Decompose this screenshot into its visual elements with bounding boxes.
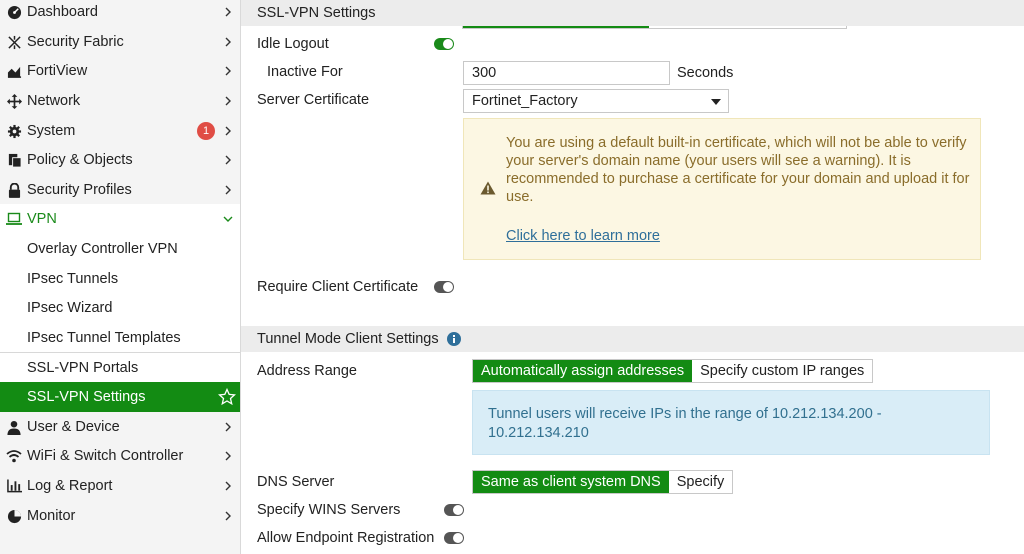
dns-server-segmented-control[interactable]: Same as client system DNS Specify [472, 470, 734, 494]
chevron-right-icon [222, 450, 234, 462]
warning-icon [480, 181, 496, 195]
specify-dns-option[interactable]: Specify [669, 471, 733, 493]
sidebar: Dashboard Security Fabric FortiView Netw… [0, 0, 241, 554]
server-certificate-select[interactable]: Fortinet_Factory [463, 89, 729, 113]
server-certificate-value: Fortinet_Factory [472, 93, 578, 109]
address-range-label: Address Range [257, 363, 357, 379]
idle-logout-toggle[interactable] [434, 38, 454, 50]
sidebar-item-security-fabric[interactable]: Security Fabric [0, 27, 240, 57]
inactive-for-label: Inactive For [267, 64, 343, 80]
sidebar-item-label: WiFi & Switch Controller [27, 448, 184, 464]
seconds-unit-label: Seconds [677, 65, 734, 81]
laptop-icon [6, 211, 22, 227]
chevron-down-icon [222, 213, 234, 225]
idle-logout-label: Idle Logout [257, 36, 329, 52]
chevron-right-icon [222, 184, 234, 196]
chevron-right-icon [222, 510, 234, 522]
bar-chart-icon [6, 478, 22, 494]
learn-more-link[interactable]: Click here to learn more [506, 228, 660, 244]
dropdown-caret-icon [711, 99, 721, 105]
chevron-right-icon [222, 36, 234, 48]
partially-visible-segmented-control[interactable] [462, 26, 847, 29]
security-fabric-icon [6, 34, 22, 50]
sidebar-item-security-profiles[interactable]: Security Profiles [0, 175, 240, 205]
sidebar-subitem-label: IPsec Wizard [27, 300, 113, 316]
chevron-right-icon [222, 125, 234, 137]
sidebar-item-label: Policy & Objects [27, 152, 133, 168]
info-icon[interactable] [446, 332, 461, 346]
user-icon [6, 419, 22, 435]
address-range-info-box: Tunnel users will receive IPs in the ran… [472, 390, 990, 455]
specify-wins-servers-label: Specify WINS Servers [257, 502, 401, 518]
dashboard-icon [6, 4, 22, 20]
allow-endpoint-registration-toggle[interactable] [444, 532, 464, 544]
address-range-segmented-control[interactable]: Automatically assign addresses Specify c… [472, 359, 874, 383]
pie-chart-icon [6, 508, 22, 524]
sidebar-item-label: Log & Report [27, 478, 113, 494]
policy-objects-icon [6, 152, 22, 168]
notification-badge: 1 [197, 122, 215, 140]
certificate-warning-message: You are using a default built-in certifi… [506, 135, 970, 205]
sidebar-subitem-ipsec-wizard[interactable]: IPsec Wizard [0, 293, 240, 323]
specify-wins-servers-toggle[interactable] [444, 504, 464, 516]
address-range-info-message: Tunnel users will receive IPs in the ran… [488, 406, 882, 441]
sidebar-item-network[interactable]: Network [0, 86, 240, 116]
chevron-right-icon [222, 480, 234, 492]
dns-server-label: DNS Server [257, 474, 335, 490]
sidebar-item-monitor[interactable]: Monitor [0, 501, 240, 531]
allow-endpoint-registration-label: Allow Endpoint Registration [257, 530, 435, 546]
sidebar-subitem-ipsec-tunnel-templates[interactable]: IPsec Tunnel Templates [0, 323, 240, 353]
sidebar-item-label: Dashboard [27, 4, 98, 20]
ssl-vpn-settings-header: SSL-VPN Settings [241, 0, 1024, 26]
certificate-warning-box: You are using a default built-in certifi… [463, 118, 981, 260]
chevron-right-icon [222, 65, 234, 77]
sidebar-subitem-label: IPsec Tunnels [27, 271, 119, 287]
main-content: SSL-VPN Settings Idle Logout Inactive Fo… [241, 0, 1024, 554]
sidebar-item-label: FortiView [27, 63, 88, 79]
gear-icon [6, 123, 22, 139]
sidebar-subitem-ssl-vpn-settings[interactable]: SSL-VPN Settings [0, 382, 240, 412]
sidebar-item-log-report[interactable]: Log & Report [0, 471, 240, 501]
inactive-for-input[interactable] [463, 61, 670, 85]
star-favorite-icon[interactable] [217, 387, 237, 406]
sidebar-item-label: Security Profiles [27, 182, 132, 198]
sidebar-subitem-label: SSL-VPN Settings [27, 389, 146, 405]
chevron-right-icon [222, 154, 234, 166]
custom-ip-ranges-option[interactable]: Specify custom IP ranges [692, 360, 872, 382]
sidebar-item-label: Network [27, 93, 81, 109]
network-arrows-icon [6, 93, 22, 109]
require-client-certificate-toggle[interactable] [434, 281, 454, 293]
page-title: SSL-VPN Settings [257, 5, 376, 21]
sidebar-subitem-label: SSL-VPN Portals [27, 359, 139, 376]
auto-assign-addresses-option[interactable]: Automatically assign addresses [473, 360, 693, 382]
sidebar-subitem-ssl-vpn-portals[interactable]: SSL-VPN Portals [0, 352, 240, 382]
section-title: Tunnel Mode Client Settings [257, 331, 439, 347]
tunnel-mode-section-header: Tunnel Mode Client Settings [241, 326, 1024, 352]
wifi-icon [6, 448, 22, 464]
sidebar-item-label: Security Fabric [27, 34, 124, 50]
sidebar-item-policy-objects[interactable]: Policy & Objects [0, 145, 240, 175]
sidebar-item-fortiview[interactable]: FortiView [0, 56, 240, 86]
sidebar-item-label: Monitor [27, 508, 76, 524]
chevron-right-icon [222, 421, 234, 433]
chevron-right-icon [222, 95, 234, 107]
same-as-client-dns-option[interactable]: Same as client system DNS [473, 471, 669, 493]
fortiview-chart-icon [6, 63, 22, 79]
server-certificate-label: Server Certificate [257, 92, 370, 108]
sidebar-item-wifi-switch-controller[interactable]: WiFi & Switch Controller [0, 441, 240, 471]
sidebar-subitem-ipsec-tunnels[interactable]: IPsec Tunnels [0, 264, 240, 294]
sidebar-subitem-label: IPsec Tunnel Templates [27, 330, 181, 346]
sidebar-subitem-overlay-controller-vpn[interactable]: Overlay Controller VPN [0, 234, 240, 264]
sidebar-item-label: VPN [27, 211, 57, 227]
sidebar-item-dashboard[interactable]: Dashboard [0, 0, 240, 27]
chevron-right-icon [222, 6, 234, 18]
sidebar-item-label: User & Device [27, 419, 120, 435]
sidebar-item-vpn[interactable]: VPN [0, 204, 240, 234]
sidebar-item-user-device[interactable]: User & Device [0, 412, 240, 442]
require-client-certificate-label: Require Client Certificate [257, 279, 419, 295]
sidebar-subitem-label: Overlay Controller VPN [27, 241, 178, 257]
lock-icon [6, 182, 22, 198]
sidebar-item-label: System [27, 123, 76, 139]
sidebar-item-system[interactable]: System 1 [0, 116, 240, 146]
